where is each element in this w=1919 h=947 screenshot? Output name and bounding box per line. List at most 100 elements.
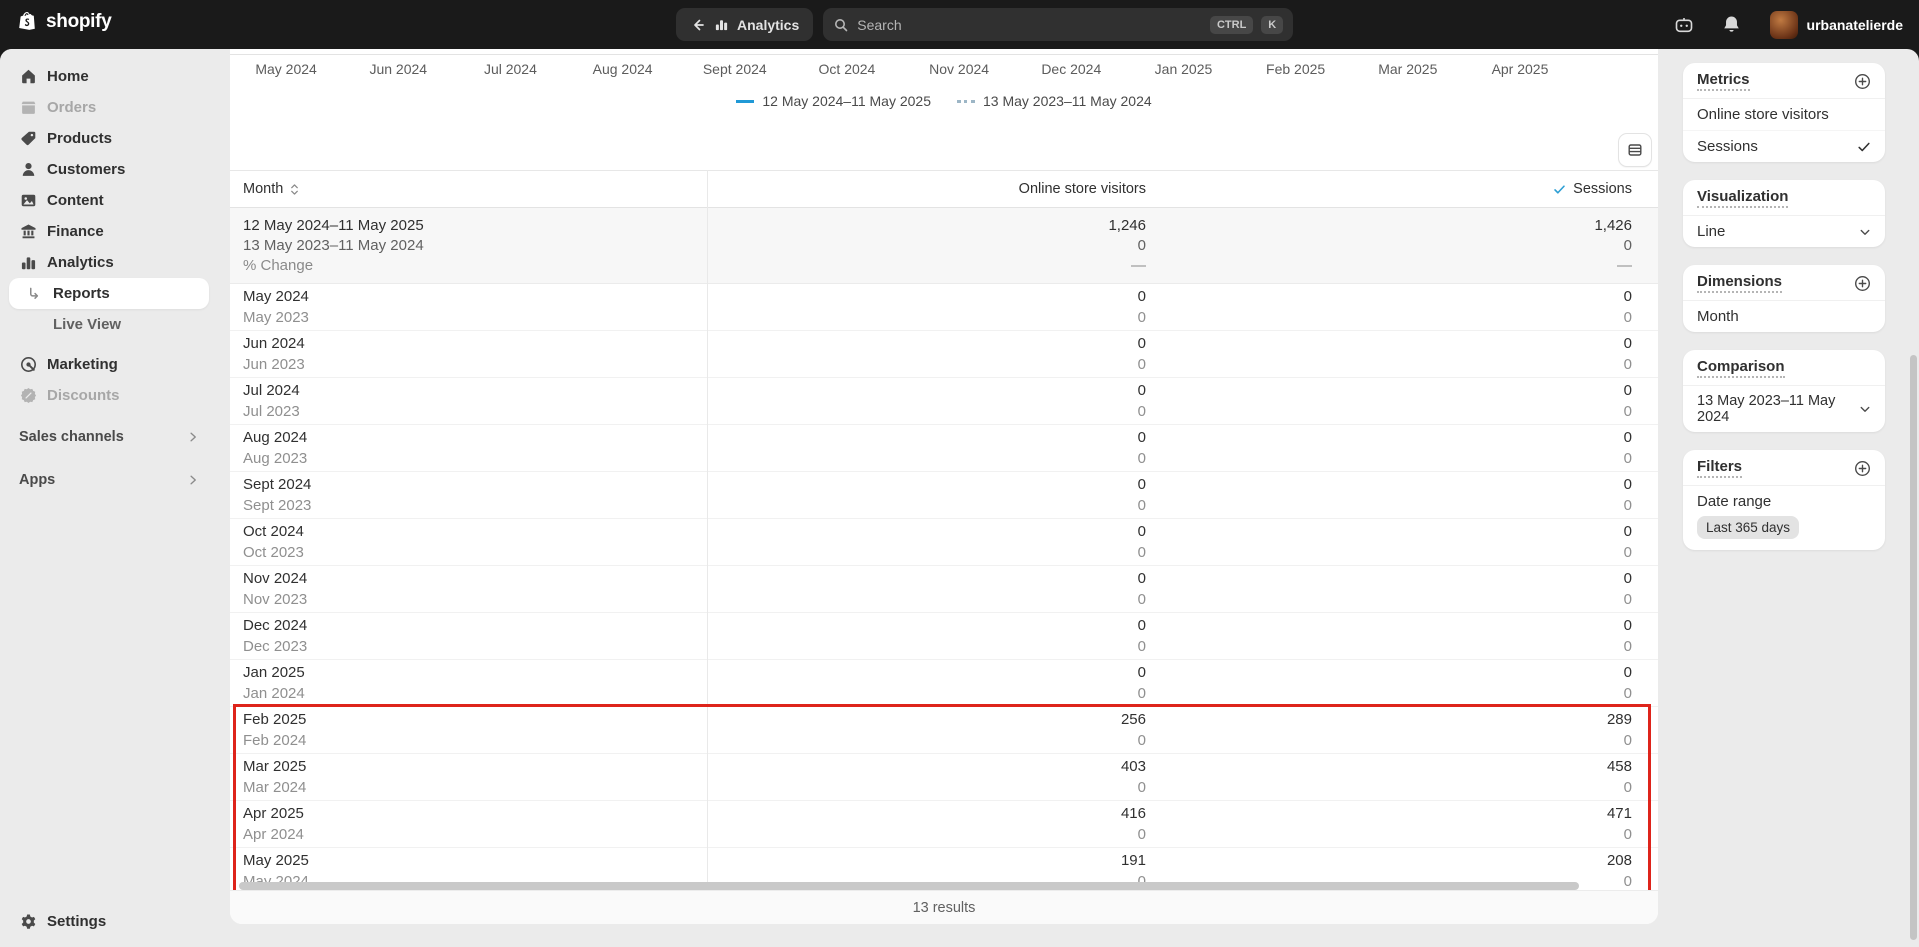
sessions-current: 0 bbox=[1172, 335, 1632, 352]
table-row[interactable]: Sept 2024Sept 20230000 bbox=[230, 472, 1658, 519]
dimension-item-month[interactable]: Month bbox=[1683, 301, 1885, 332]
sidebar-item-analytics[interactable]: Analytics bbox=[9, 247, 209, 278]
comparison-select[interactable]: 13 May 2023–11 May 2024 bbox=[1683, 386, 1885, 432]
visualization-select[interactable]: Line bbox=[1683, 216, 1885, 247]
month-current: Aug 2024 bbox=[243, 429, 694, 446]
date-range-chip[interactable]: Last 365 days bbox=[1697, 516, 1799, 539]
cell-month: Dec 2024Dec 2023 bbox=[230, 613, 707, 659]
metric-item-online-store-visitors[interactable]: Online store visitors bbox=[1683, 99, 1885, 131]
analytics-nav-button[interactable]: Analytics bbox=[676, 8, 813, 41]
sidebar-section-sales-channels[interactable]: Sales channels bbox=[9, 420, 209, 454]
legend-item-comparison[interactable]: 13 May 2023–11 May 2024 bbox=[957, 93, 1152, 109]
sidebar-item-products[interactable]: Products bbox=[9, 123, 209, 154]
analytics-bars-icon bbox=[714, 17, 729, 32]
sessions-current: 208 bbox=[1172, 852, 1632, 869]
sidebar-item-content[interactable]: Content bbox=[9, 185, 209, 216]
table-row[interactable]: Dec 2024Dec 20230000 bbox=[230, 613, 1658, 660]
sidebar-item-label: Products bbox=[47, 130, 112, 147]
summary-sessions-current: 1,426 bbox=[1172, 217, 1632, 234]
shopify-logo[interactable]: shopify bbox=[16, 10, 111, 34]
add-filter-button[interactable] bbox=[1854, 460, 1871, 477]
table-row[interactable]: Jun 2024Jun 20230000 bbox=[230, 331, 1658, 378]
sidebar-item-live-view[interactable]: Live View bbox=[9, 309, 209, 340]
summary-period-current: 12 May 2024–11 May 2025 bbox=[243, 217, 694, 234]
chevron-right-icon bbox=[187, 431, 199, 443]
search-input[interactable] bbox=[857, 17, 1202, 33]
sidebar-item-discounts: Discounts bbox=[9, 380, 209, 411]
month-current: Jan 2025 bbox=[243, 664, 694, 681]
column-header-sessions[interactable]: Sessions bbox=[1159, 171, 1658, 207]
month-current: Apr 2025 bbox=[243, 805, 694, 822]
add-metric-button[interactable] bbox=[1854, 73, 1871, 90]
table-view-button[interactable] bbox=[1618, 133, 1652, 167]
sidebar-section-apps[interactable]: Apps bbox=[9, 463, 209, 497]
sidebar-item-home[interactable]: Home bbox=[9, 61, 209, 92]
vertical-scrollbar[interactable] bbox=[1910, 355, 1917, 940]
products-icon bbox=[19, 130, 37, 148]
visitors-comparison: 0 bbox=[720, 638, 1146, 655]
sessions-comparison: 0 bbox=[1172, 544, 1632, 561]
summary-sessions-comparison: 0 bbox=[1172, 237, 1632, 254]
month-current: Oct 2024 bbox=[243, 523, 694, 540]
summary-row[interactable]: 12 May 2024–11 May 2025 13 May 2023–11 M… bbox=[230, 208, 1658, 284]
cell-sessions: 4710 bbox=[1159, 801, 1658, 847]
sessions-current: 0 bbox=[1172, 382, 1632, 399]
sidebar-item-customers[interactable]: Customers bbox=[9, 154, 209, 185]
add-dimension-button[interactable] bbox=[1854, 275, 1871, 292]
sessions-current: 0 bbox=[1172, 570, 1632, 587]
comparison-value: 13 May 2023–11 May 2024 bbox=[1697, 393, 1859, 425]
sessions-current: 0 bbox=[1172, 288, 1632, 305]
column-header-visitors[interactable]: Online store visitors bbox=[707, 171, 1159, 207]
sessions-current: 0 bbox=[1172, 523, 1632, 540]
sessions-current: 458 bbox=[1172, 758, 1632, 775]
shortcut-k-key: K bbox=[1261, 16, 1283, 34]
table-row[interactable]: Apr 2025Apr 202441604710 bbox=[230, 801, 1658, 848]
sidebar-item-label: Content bbox=[47, 192, 104, 209]
sidekick-button[interactable] bbox=[1668, 9, 1700, 41]
nav-button-label: Analytics bbox=[737, 17, 799, 33]
sidebar-item-settings[interactable]: Settings bbox=[9, 906, 209, 937]
horizontal-scrollbar[interactable] bbox=[239, 882, 1579, 890]
cell-month: Oct 2024 Oct 2023 bbox=[230, 519, 707, 565]
metric-item-sessions[interactable]: Sessions bbox=[1683, 131, 1885, 162]
table-row[interactable]: Jul 2024Jul 20230000 bbox=[230, 378, 1658, 425]
store-name: urbanatelierde bbox=[1807, 17, 1903, 33]
sessions-comparison: 0 bbox=[1172, 403, 1632, 420]
summary-change-label: % Change bbox=[243, 257, 694, 274]
table-row[interactable]: Mar 2025Mar 202440304580 bbox=[230, 754, 1658, 801]
month-current: May 2024 bbox=[243, 288, 694, 305]
discounts-icon bbox=[19, 387, 37, 405]
sidebar-item-reports[interactable]: Reports bbox=[9, 278, 209, 309]
cell-visitors: 00 bbox=[707, 378, 1159, 424]
table-row[interactable]: Nov 2024Nov 20230000 bbox=[230, 566, 1658, 613]
cell-visitors: 00 bbox=[707, 660, 1159, 706]
x-axis-label: Apr 2025 bbox=[1464, 61, 1576, 77]
sidebar-item-label: Home bbox=[47, 68, 89, 85]
table-row[interactable]: Aug 2024Aug 20230000 bbox=[230, 425, 1658, 472]
column-header-month[interactable]: Month bbox=[230, 171, 707, 207]
sessions-current: 0 bbox=[1172, 429, 1632, 446]
visitors-current: 256 bbox=[720, 711, 1146, 728]
x-axis-label: Sept 2024 bbox=[679, 61, 791, 77]
visitors-comparison: 0 bbox=[720, 356, 1146, 373]
cell-visitors: 00 bbox=[707, 331, 1159, 377]
cell-month: Nov 2024Nov 2023 bbox=[230, 566, 707, 612]
month-current: Nov 2024 bbox=[243, 570, 694, 587]
search-bar[interactable]: CTRL K bbox=[823, 8, 1293, 41]
table-row[interactable]: Oct 2024Oct 20230000 bbox=[230, 519, 1658, 566]
table-row[interactable]: May 2024May 20230000 bbox=[230, 284, 1658, 331]
sidebar-item-orders: Orders bbox=[9, 92, 209, 123]
table-row[interactable]: Feb 2025Feb 202425602890 bbox=[230, 707, 1658, 754]
sidebar-item-finance[interactable]: Finance bbox=[9, 216, 209, 247]
account-menu[interactable]: urbanatelierde bbox=[1764, 8, 1909, 42]
marketing-icon bbox=[19, 356, 37, 374]
summary-visitors-comparison: 0 bbox=[720, 237, 1146, 254]
table-row[interactable]: Jan 2025Jan 20240000 bbox=[230, 660, 1658, 707]
finance-icon bbox=[19, 223, 37, 241]
sidebar-item-marketing[interactable]: Marketing bbox=[9, 349, 209, 380]
legend-solid-line-icon bbox=[736, 100, 754, 103]
notifications-button[interactable] bbox=[1716, 9, 1748, 41]
cell-sessions: 00 bbox=[1159, 331, 1658, 377]
month-comparison: Oct 2023 bbox=[243, 544, 694, 561]
legend-item-current[interactable]: 12 May 2024–11 May 2025 bbox=[736, 93, 931, 109]
